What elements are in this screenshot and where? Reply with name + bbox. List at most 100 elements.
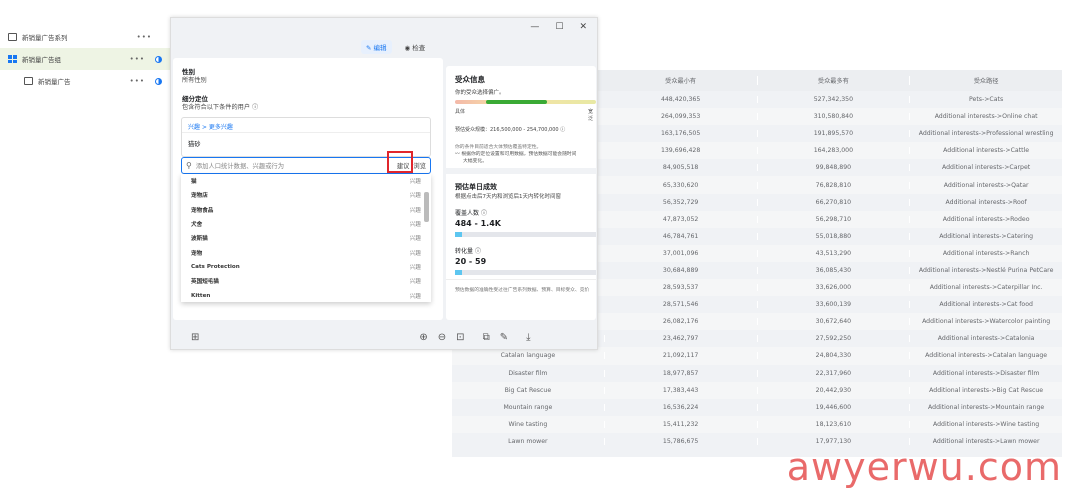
interest-chip[interactable]: 猫砂 (188, 139, 201, 148)
cell-max: 30,672,640 (758, 318, 911, 326)
dropdown-scrollbar[interactable] (424, 176, 429, 300)
interest-option[interactable]: 宠物 兴趣 (181, 245, 431, 259)
cell-max: 527,342,350 (758, 96, 911, 104)
cell-max: 33,626,000 (758, 284, 911, 292)
cell-max: 17,977,130 (758, 437, 911, 445)
option-type: 兴趣 (409, 279, 421, 286)
audience-title: 受众信息 (455, 75, 485, 84)
audience-panel: 受众信息 你的受众选择偏广。 具体 宽泛 预估受众规模：216,500,000 … (446, 66, 596, 320)
cell-max: 66,270,810 (758, 198, 911, 206)
audience-note-3: 大幅变化。 (463, 159, 487, 164)
option-type: 兴趣 (409, 293, 421, 300)
browse-link[interactable]: 浏览 (413, 161, 426, 170)
interest-option[interactable]: Cats Protection 兴趣 (181, 260, 431, 274)
cell-min: 30,684,889 (605, 266, 758, 274)
option-name: Cats Protection (191, 263, 240, 270)
cell-path: Additional interests->Cat food (939, 301, 1033, 309)
status-toggle-icon[interactable] (155, 55, 162, 63)
more-options-icon[interactable]: ••• (137, 33, 152, 41)
tab-review-label: 检查 (412, 44, 426, 52)
search-input[interactable]: 添加人口统计数据、兴趣或行为 (196, 161, 397, 170)
bottom-toolbar: ⊞ ⊕ ⊖ ⊡ ⧉ ✎ ⤓ (171, 324, 597, 350)
interest-breadcrumb[interactable]: 兴趣 > 更多兴趣 (188, 122, 233, 131)
download-icon[interactable]: ⤓ (526, 332, 530, 343)
fit-page-icon[interactable]: ⊡ (456, 332, 464, 343)
interest-option[interactable]: 英国短毛猫 兴趣 (181, 274, 431, 288)
cell-max: 191,895,570 (758, 130, 911, 138)
interest-option[interactable]: 犬舍 兴趣 (181, 217, 431, 231)
status-toggle-icon[interactable] (155, 77, 162, 85)
reach-label: 覆盖人数 ⓘ (455, 210, 487, 217)
panel-separator (446, 168, 596, 174)
cell-path: Additional interests->Nestlé Purina PetC… (918, 266, 1054, 274)
more-options-icon[interactable]: ••• (130, 55, 145, 63)
header-max: 受众最多有 (758, 76, 911, 85)
reach-value: 484 - 1.4K (455, 219, 501, 228)
option-type: 兴趣 (409, 207, 421, 214)
edit-pen-icon[interactable]: ✎ (500, 332, 508, 343)
interest-option[interactable]: 宠物店 兴趣 (181, 188, 431, 202)
tab-edit[interactable]: ✎ 编辑 (361, 40, 392, 54)
audience-gauge-fill (486, 100, 547, 104)
cell-path: Additional interests->Ranch (942, 249, 1030, 257)
rotate-icon[interactable]: ⧉ (483, 332, 490, 343)
highlight-box (387, 151, 413, 173)
sidebar-item-ad[interactable]: 新销量广告 ••• (0, 70, 170, 92)
cell-lead: Mountain range (452, 403, 605, 411)
tab-review[interactable]: ◉ 检查 (400, 40, 431, 54)
table-row: Wine tasting 15,411,232 18,123,610 Addition… (452, 415, 1062, 433)
cell-lead: Disaster film (452, 369, 605, 377)
cell-path: Additional interests->Disaster film (932, 369, 1040, 377)
interest-option[interactable]: 猫 兴趣 (181, 174, 431, 188)
table-row: Disaster film 18,977,857 22,317,960 Additio… (452, 365, 1062, 382)
cell-min: 448,420,365 (605, 96, 758, 104)
sidebar-item-adset[interactable]: 新销量广告组 ••• (0, 48, 170, 70)
close-button[interactable]: ✕ (579, 22, 587, 32)
gauge-right-label: 宽泛 (588, 109, 594, 122)
edit-review-tabs: ✎ 编辑 ◉ 检查 (361, 40, 430, 54)
zoom-out-icon[interactable]: ⊖ (438, 332, 446, 343)
audience-size: 预估受众规模：216,500,000 - 254,700,000 ⓘ (455, 127, 566, 133)
audience-note-2: 〰 根据你的定位设置和可用数据，预估数据可能会随时间 (455, 152, 577, 157)
cell-max: 19,446,600 (758, 403, 911, 411)
more-options-icon[interactable]: ••• (130, 77, 145, 85)
cell-path: Additional interests->Online chat (934, 113, 1038, 121)
conversions-bar-track (455, 270, 596, 275)
grid-view-icon[interactable]: ⊞ (191, 332, 199, 343)
tab-edit-label: 编辑 (373, 44, 387, 52)
reach-bar-fill (455, 232, 462, 237)
cell-path: Additional interests->Watercolor paintin… (922, 318, 1051, 326)
interest-option[interactable]: 波斯猫 兴趣 (181, 231, 431, 245)
cell-min: 18,977,857 (605, 369, 758, 377)
table-row: Big Cat Rescue 17,383,443 20,442,930 Additi… (452, 381, 1062, 399)
interest-option[interactable]: 宠物食品 兴趣 (181, 203, 431, 217)
cell-min: 21,092,117 (605, 352, 758, 360)
cell-max: 99,848,890 (758, 164, 911, 172)
sidebar-item-campaign[interactable]: 新销量广告系列 ••• (0, 26, 170, 48)
ad-page-icon (24, 77, 33, 85)
cell-min: 15,786,675 (605, 437, 758, 445)
cell-max: 310,580,840 (758, 113, 911, 121)
conversions-value: 20 - 59 (455, 257, 487, 266)
maximize-button[interactable]: ☐ (555, 22, 563, 32)
trend-icon: 〰 (455, 152, 460, 157)
interest-option[interactable]: Kitten 兴趣 (181, 288, 431, 302)
minimize-button[interactable]: — (530, 22, 539, 32)
reach-bar-track (455, 232, 596, 237)
zoom-in-icon[interactable]: ⊕ (419, 332, 427, 343)
cell-path: Additional interests->Catering (939, 232, 1034, 240)
cell-path: Additional interests->Professional wrest… (918, 130, 1054, 138)
cell-min: 65,330,620 (605, 181, 758, 189)
cell-lead: Lawn mower (452, 437, 605, 445)
gender-value: 所有性别 (182, 77, 207, 84)
interest-suggestions-dropdown: 猫兴趣 宠物店 兴趣 宠物食品 兴趣 犬舍 兴趣 波斯猫 兴趣 宠物 兴趣 Cats Protecti… (181, 174, 431, 302)
cell-max: 55,018,880 (758, 232, 911, 240)
cell-max: 33,600,139 (758, 301, 911, 309)
cell-max: 24,804,330 (758, 352, 911, 360)
info-icon: ⓘ (480, 210, 487, 217)
cell-path: Additional interests->Carpet (942, 164, 1031, 172)
cell-min: 84,905,518 (605, 164, 758, 172)
option-name: 宠物食品 (191, 207, 214, 214)
option-type: 兴趣 (409, 193, 421, 200)
option-name: 猫 (191, 179, 197, 186)
